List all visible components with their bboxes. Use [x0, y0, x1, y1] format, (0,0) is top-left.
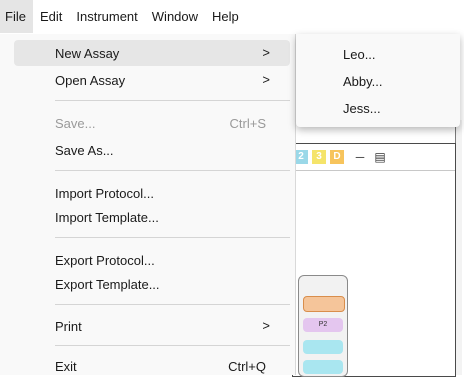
maximize-icon[interactable]: ▤ [373, 150, 387, 164]
shortcut-label: Ctrl+Q [228, 358, 266, 374]
menu-item-label: Import Protocol... [55, 185, 154, 201]
menu-window[interactable]: Window [145, 0, 205, 33]
menu-item-label: Open Assay [55, 72, 126, 88]
menu-instrument[interactable]: Instrument [69, 0, 144, 33]
menu-item-exit[interactable]: Exit Ctrl+Q [14, 353, 290, 379]
menu-edit[interactable]: Edit [33, 0, 69, 33]
menu-item-label: Exit [55, 358, 77, 374]
submenu-item-jess[interactable]: Jess... [343, 99, 381, 119]
menu-separator [55, 345, 290, 346]
menu-item-export-protocol[interactable]: Export Protocol... [14, 247, 290, 273]
menu-item-import-protocol[interactable]: Import Protocol... [14, 180, 290, 206]
plate-label: P2 [303, 318, 343, 332]
plate-row [303, 340, 343, 354]
menu-item-label: Export Template... [55, 276, 160, 292]
menu-item-export-template[interactable]: Export Template... [14, 271, 290, 297]
menu-item-label: Import Template... [55, 209, 159, 225]
menubar: File Edit Instrument Window Help [0, 0, 464, 33]
window-toolbar: 2 3 D ─ ▤ [293, 144, 455, 171]
chip-d[interactable]: D [330, 150, 344, 164]
menu-item-new-assay[interactable]: New Assay > [14, 40, 290, 66]
submenu-item-leo[interactable]: Leo... [343, 45, 376, 65]
menu-help[interactable]: Help [205, 0, 246, 33]
plate-graphic: P2 [298, 275, 348, 377]
plate-row [303, 296, 345, 312]
menu-item-save[interactable]: Save... Ctrl+S [14, 110, 290, 136]
chevron-right-icon: > [262, 72, 270, 87]
file-menu: New Assay > Open Assay > Save... Ctrl+S … [0, 34, 296, 375]
plate-row [303, 360, 343, 374]
background-scrollbar [455, 120, 462, 375]
menu-separator [55, 304, 290, 305]
menu-separator [55, 170, 290, 171]
chip-2[interactable]: 2 [294, 150, 308, 164]
menu-separator [55, 237, 290, 238]
new-assay-submenu: Leo... Abby... Jess... [296, 34, 460, 127]
chip-3[interactable]: 3 [312, 150, 326, 164]
menu-item-label: Save... [55, 115, 96, 131]
shortcut-label: Ctrl+S [229, 115, 266, 131]
chevron-right-icon: > [262, 318, 270, 333]
menu-item-save-as[interactable]: Save As... [14, 137, 290, 163]
submenu-item-abby[interactable]: Abby... [343, 72, 383, 92]
menu-file[interactable]: File [0, 0, 33, 33]
minimize-icon[interactable]: ─ [353, 150, 367, 164]
menu-item-label: New Assay [55, 45, 120, 61]
menu-item-label: Save As... [55, 142, 114, 158]
menu-item-open-assay[interactable]: Open Assay > [14, 67, 290, 93]
menu-item-label: Print [55, 318, 82, 334]
chevron-right-icon: > [262, 45, 270, 60]
menu-item-import-template[interactable]: Import Template... [14, 204, 290, 230]
menu-separator [55, 100, 290, 101]
menu-item-label: Export Protocol... [55, 252, 155, 268]
menu-item-print[interactable]: Print > [14, 313, 290, 339]
